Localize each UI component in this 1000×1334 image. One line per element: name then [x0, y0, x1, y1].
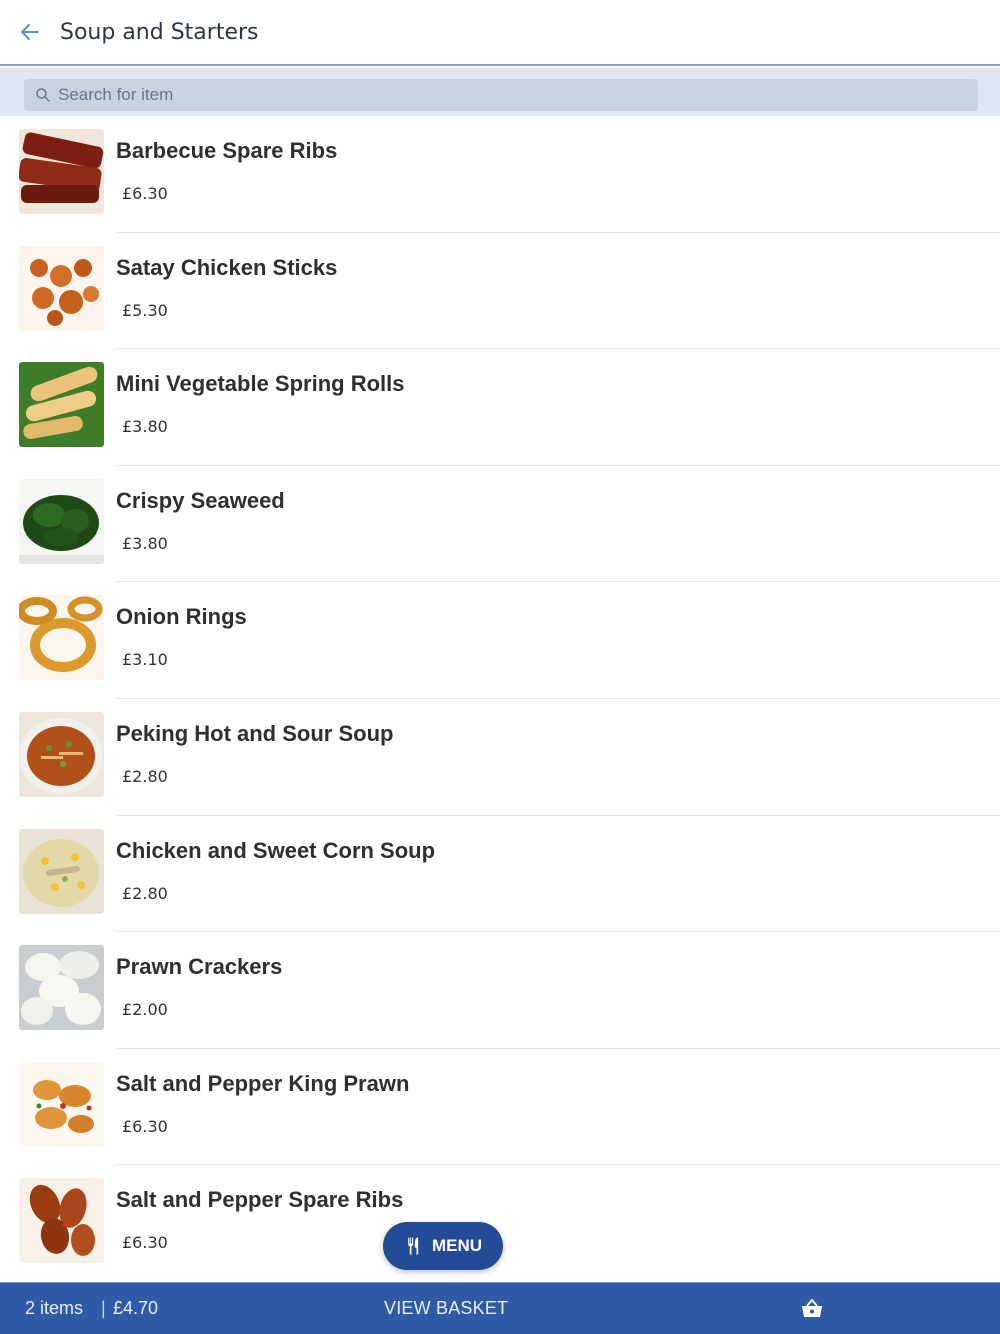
- item-price: £3.80: [122, 417, 168, 437]
- item-photo: [19, 478, 104, 564]
- menu-item[interactable]: Peking Hot and Sour Soup £2.80: [0, 699, 1000, 816]
- menu-item[interactable]: Onion Rings £3.10: [0, 582, 1000, 699]
- menu-item[interactable]: Satay Chicken Sticks £5.30: [0, 233, 1000, 350]
- item-photo: [19, 1061, 104, 1147]
- top-bar: Soup and Starters: [0, 0, 1000, 66]
- menu-button-label: MENU: [431, 1236, 483, 1255]
- menu-button[interactable]: MENU: [383, 1222, 503, 1270]
- item-name: Salt and Pepper King Prawn: [116, 1070, 410, 1096]
- basket-total: £4.70: [113, 1298, 159, 1318]
- basket-bar[interactable]: 2 items | £4.70 VIEW BASKET: [0, 1282, 1000, 1334]
- item-name: Onion Rings: [116, 604, 247, 630]
- item-price: £5.30: [122, 300, 168, 320]
- menu-item[interactable]: Chicken and Sweet Corn Soup £2.80: [0, 816, 1000, 933]
- item-photo: [19, 1178, 104, 1264]
- item-name: Barbecue Spare Ribs: [116, 138, 338, 163]
- item-photo: [19, 245, 104, 331]
- item-photo: [19, 595, 104, 681]
- search-field[interactable]: [24, 79, 978, 111]
- search-input[interactable]: [58, 85, 938, 105]
- basket-icon[interactable]: [800, 1297, 824, 1321]
- item-photo: [19, 945, 104, 1031]
- page-title: Soup and Starters: [60, 19, 259, 45]
- view-basket-button[interactable]: VIEW BASKET: [384, 1298, 508, 1319]
- back-button[interactable]: [0, 0, 60, 65]
- item-price: £6.30: [122, 184, 168, 203]
- item-name: Crispy Seaweed: [116, 487, 285, 513]
- arrow-left-icon: [21, 24, 39, 40]
- menu-item[interactable]: Prawn Crackers £2.00: [0, 932, 1000, 1049]
- item-price: £2.80: [122, 766, 168, 786]
- basket-item-count: 2 items: [25, 1298, 84, 1318]
- item-price: £6.30: [122, 1233, 168, 1253]
- item-photo: [19, 129, 104, 214]
- item-price: £3.80: [122, 533, 168, 553]
- menu-item[interactable]: Salt and Pepper King Prawn £6.30: [0, 1049, 1000, 1166]
- item-name: Peking Hot and Sour Soup: [116, 720, 394, 746]
- search-icon: [36, 88, 50, 102]
- item-photo: [19, 362, 104, 448]
- item-price: £2.00: [122, 1000, 168, 1020]
- item-name: Satay Chicken Sticks: [116, 254, 338, 280]
- menu-item-list: Barbecue Spare Ribs £6.30 Satay Chicken …: [0, 116, 1000, 1282]
- menu-item[interactable]: Salt and Pepper Spare Ribs £6.30: [0, 1165, 1000, 1282]
- item-name: Salt and Pepper Spare Ribs: [116, 1187, 404, 1213]
- basket-separator: |: [101, 1298, 106, 1318]
- item-price: £2.80: [122, 883, 168, 903]
- item-photo: [19, 711, 104, 797]
- search-bar: [0, 68, 1000, 116]
- menu-item[interactable]: Mini Vegetable Spring Rolls £3.80: [0, 349, 1000, 466]
- item-name: Prawn Crackers: [116, 954, 283, 980]
- item-price: £3.10: [122, 650, 168, 670]
- item-name: Mini Vegetable Spring Rolls: [116, 371, 405, 397]
- menu-item[interactable]: Crispy Seaweed £3.80: [0, 466, 1000, 583]
- item-name: Chicken and Sweet Corn Soup: [116, 837, 436, 863]
- menu-item[interactable]: Barbecue Spare Ribs £6.30: [0, 116, 1000, 233]
- item-photo: [19, 828, 104, 914]
- fork-knife-icon: [408, 1237, 419, 1255]
- item-price: £6.30: [122, 1116, 168, 1136]
